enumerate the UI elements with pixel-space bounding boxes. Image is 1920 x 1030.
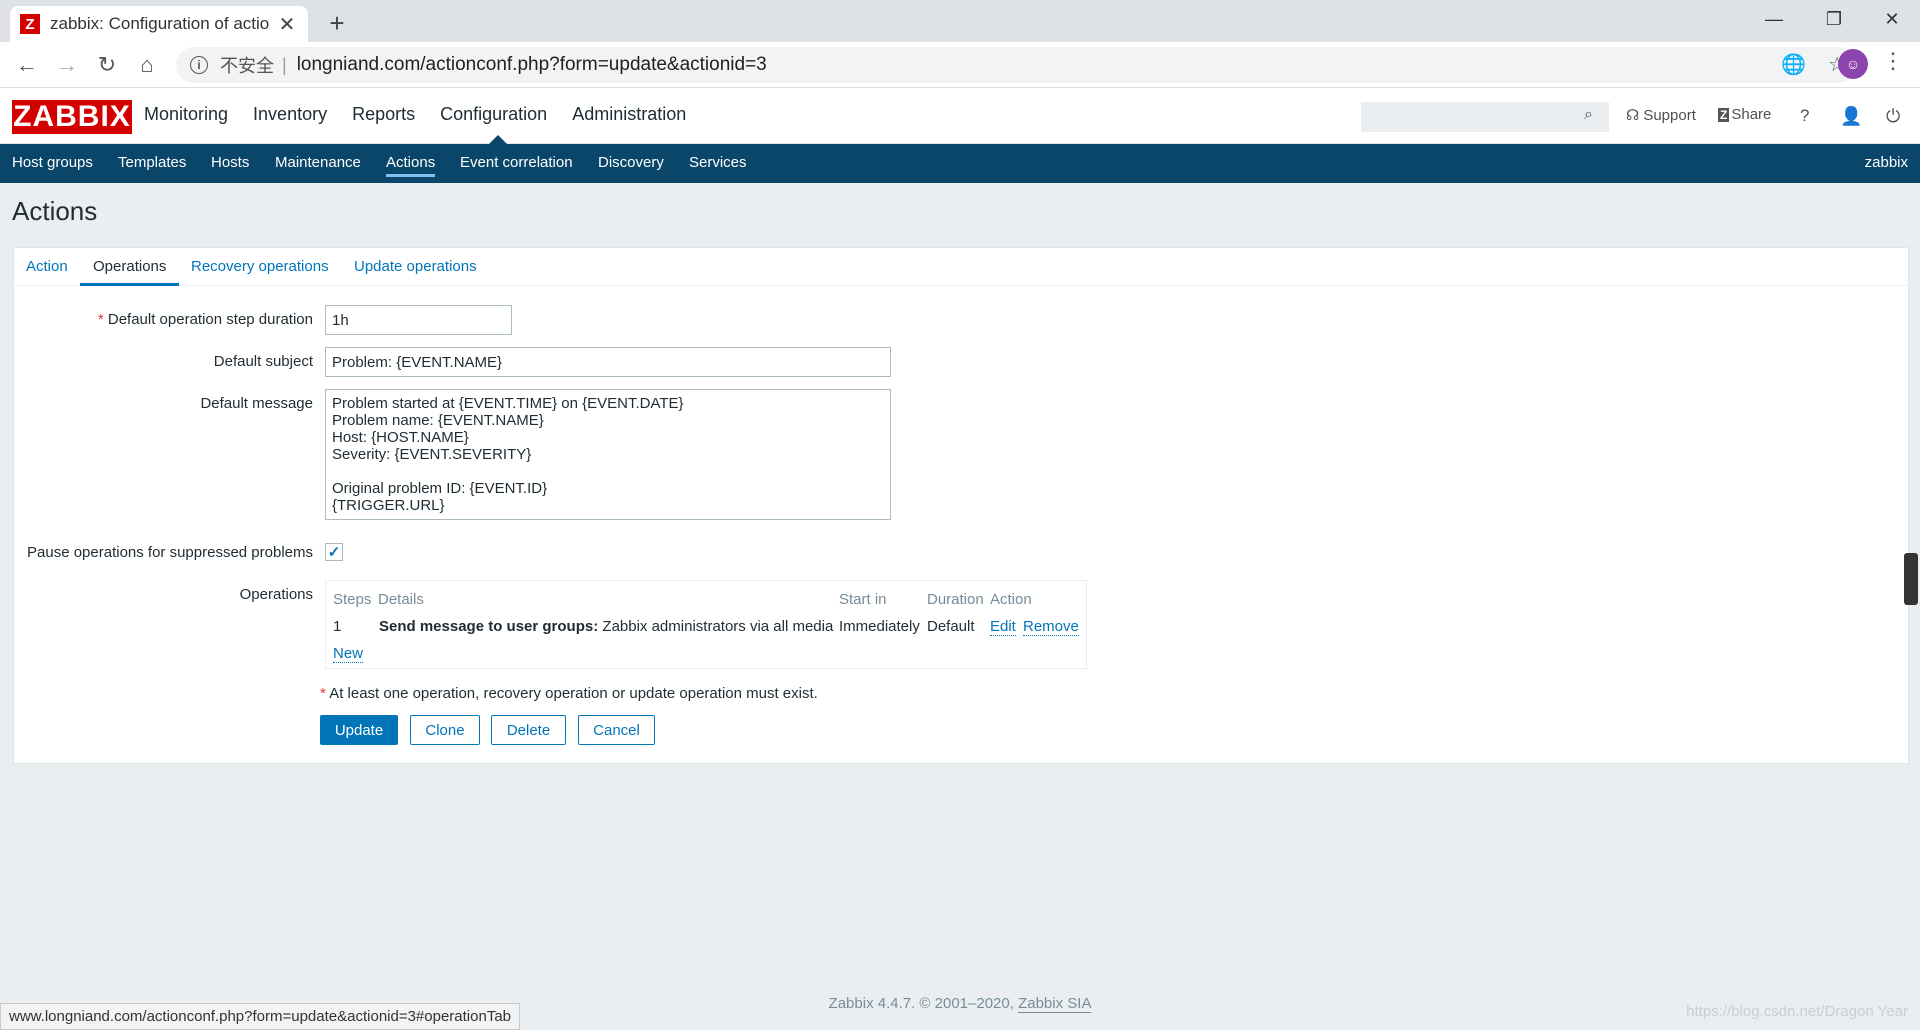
url-text: longniand.com/actionconf.php?form=update…: [296, 54, 767, 75]
browser-menu-icon[interactable]: ⋮: [1882, 48, 1904, 74]
home-icon[interactable]: ⌂: [130, 48, 164, 82]
close-tab-icon[interactable]: ✕: [276, 13, 298, 36]
restore-icon[interactable]: ❐: [1812, 4, 1856, 34]
col-duration: Duration: [927, 591, 984, 608]
step-duration-input[interactable]: 1h: [325, 305, 512, 335]
support-link[interactable]: ☊ Support: [1626, 106, 1696, 125]
info-icon[interactable]: i: [190, 56, 208, 74]
menu-monitoring[interactable]: Monitoring: [144, 104, 228, 125]
default-subject-input[interactable]: Problem: {EVENT.NAME}: [325, 347, 891, 377]
new-tab-icon[interactable]: +: [322, 8, 352, 38]
zabbix-favicon: Z: [20, 14, 40, 34]
headset-icon: ☊: [1626, 107, 1640, 124]
reload-icon[interactable]: ↻: [90, 48, 124, 82]
form-tabs: Action Operations Recovery operations Up…: [13, 247, 1909, 286]
menu-configuration[interactable]: Configuration: [440, 104, 547, 125]
insecure-label: 不安全: [220, 56, 274, 76]
pause-operations-label: Pause operations for suppressed problems: [27, 544, 313, 561]
submenu-host-groups[interactable]: Host groups: [12, 154, 93, 171]
operations-note: * At least one operation, recovery opera…: [320, 685, 818, 702]
col-steps: Steps: [333, 591, 372, 608]
edit-operation-link[interactable]: Edit: [990, 618, 1016, 636]
menu-selected-arrow: [489, 135, 507, 144]
col-action: Action: [990, 591, 1032, 608]
watermark: https://blog.csdn.net/Dragon Year: [1686, 1003, 1908, 1020]
help-icon[interactable]: ?: [1800, 106, 1809, 126]
clone-button[interactable]: Clone: [410, 715, 480, 745]
tab-recovery-operations[interactable]: Recovery operations: [191, 258, 329, 275]
profile-avatar[interactable]: ☺: [1838, 49, 1868, 79]
translate-icon[interactable]: 🌐: [1781, 52, 1806, 77]
default-message-textarea[interactable]: Problem started at {EVENT.TIME} on {EVEN…: [325, 389, 891, 520]
page-title: Actions: [12, 196, 98, 226]
step-duration-label: * Default operation step duration: [97, 311, 313, 328]
col-details: Details: [378, 591, 424, 608]
new-operation-link[interactable]: New: [333, 645, 364, 663]
menu-administration[interactable]: Administration: [572, 104, 686, 125]
row-steps: 1: [333, 618, 342, 635]
row-duration: Default: [927, 618, 975, 635]
window-close-icon[interactable]: ✕: [1870, 4, 1914, 34]
row-details: Send message to user groups: Zabbix admi…: [379, 618, 834, 635]
search-icon[interactable]: ⌕: [1584, 106, 1593, 124]
global-search-input[interactable]: [1361, 102, 1609, 132]
col-start-in: Start in: [839, 591, 887, 608]
sub-menu: Host groups Templates Hosts Maintenance …: [0, 144, 1920, 183]
submenu-actions[interactable]: Actions: [386, 154, 436, 177]
user-profile-icon[interactable]: 👤: [1840, 106, 1862, 127]
back-icon[interactable]: ←: [10, 48, 44, 82]
browser-tabstrip: Z zabbix: Configuration of actio ✕ + — ❐…: [0, 0, 1920, 42]
main-menu: Monitoring Inventory Reports Configurati…: [144, 104, 711, 125]
remove-operation-link[interactable]: Remove: [1023, 618, 1079, 636]
side-scroll-handle[interactable]: [1904, 553, 1918, 605]
support-label: Support: [1643, 106, 1696, 124]
submenu-services[interactable]: Services: [689, 154, 747, 171]
minimize-icon[interactable]: —: [1752, 4, 1796, 34]
address-bar[interactable]: i 不安全 | longniand.com/actionconf.php?for…: [176, 47, 1856, 83]
share-link[interactable]: Z Share: [1718, 106, 1771, 123]
tab-operations[interactable]: Operations: [80, 258, 180, 286]
update-button[interactable]: Update: [320, 715, 398, 745]
submenu-templates[interactable]: Templates: [118, 154, 186, 171]
tab-title: zabbix: Configuration of actio: [50, 14, 270, 33]
pause-operations-checkbox[interactable]: ✓: [325, 543, 343, 561]
operations-label: Operations: [239, 586, 313, 603]
default-message-label: Default message: [200, 395, 313, 412]
submenu-event-correlation[interactable]: Event correlation: [460, 154, 573, 171]
row-start-in: Immediately: [839, 618, 920, 635]
forward-icon[interactable]: →: [50, 48, 84, 82]
required-asterisk: *: [97, 311, 108, 328]
submenu-maintenance[interactable]: Maintenance: [275, 154, 361, 171]
share-label: Share: [1731, 106, 1772, 123]
menu-inventory[interactable]: Inventory: [253, 104, 327, 125]
default-subject-label: Default subject: [213, 353, 313, 370]
browser-toolbar: ← → ↻ ⌂ i 不安全 | longniand.com/actionconf…: [0, 42, 1920, 88]
browser-status-bar: www.longniand.com/actionconf.php?form=up…: [0, 1003, 521, 1030]
tab-action[interactable]: Action: [26, 258, 68, 275]
menu-reports[interactable]: Reports: [352, 104, 415, 125]
delete-button[interactable]: Delete: [491, 715, 566, 745]
tab-update-operations[interactable]: Update operations: [354, 258, 477, 275]
operations-table: Steps Details Start in Duration Action 1…: [325, 580, 1087, 669]
server-name: zabbix: [1864, 154, 1908, 171]
cancel-button[interactable]: Cancel: [578, 715, 655, 745]
submenu-discovery[interactable]: Discovery: [598, 154, 664, 171]
omnibox-separator: |: [282, 54, 287, 75]
share-icon: Z: [1718, 107, 1730, 122]
zabbix-sia-link[interactable]: Zabbix SIA: [1018, 995, 1092, 1013]
sign-out-icon[interactable]: ⏻: [1886, 106, 1900, 127]
browser-tab[interactable]: Z zabbix: Configuration of actio ✕: [10, 6, 308, 42]
zabbix-logo[interactable]: ZABBIX: [12, 100, 132, 134]
submenu-hosts[interactable]: Hosts: [211, 154, 249, 171]
